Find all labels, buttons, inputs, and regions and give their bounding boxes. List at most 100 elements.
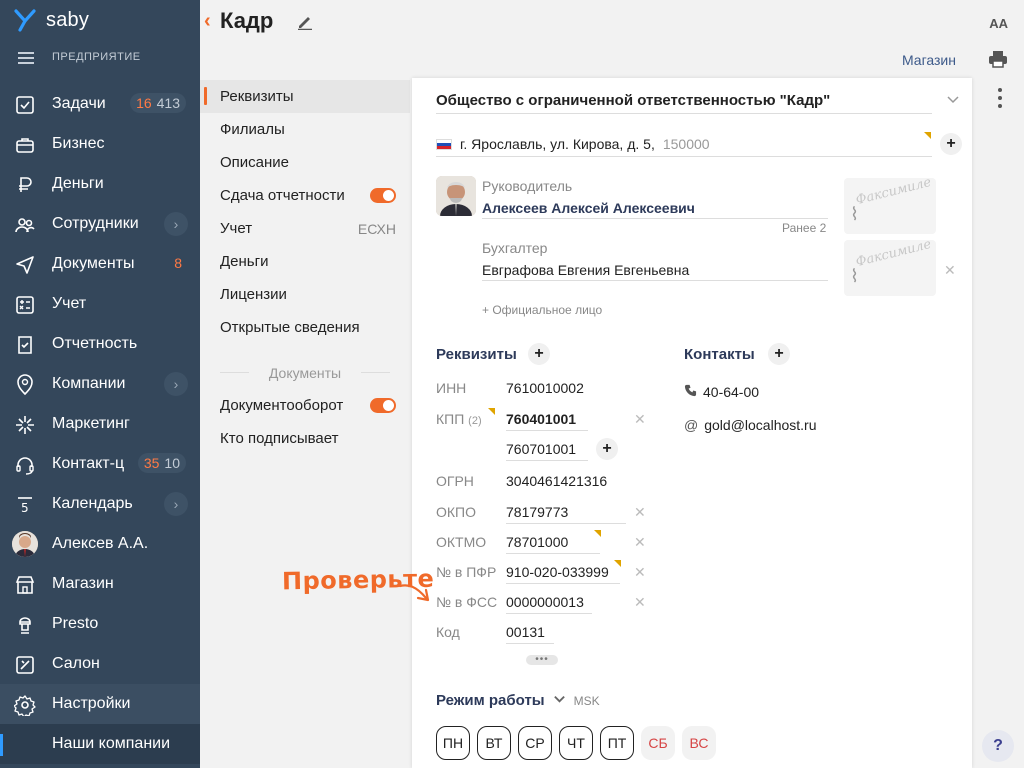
sidebar-item-reporting[interactable]: Отчетность — [0, 324, 200, 364]
sidebar-item-contact-center[interactable]: Контакт-ц 35 10 — [0, 444, 200, 484]
sidebar-item-presto[interactable]: Presto — [0, 604, 200, 644]
remove-kpp-icon[interactable]: ✕ — [634, 411, 646, 428]
sidebar-item-business[interactable]: Бизнес — [0, 124, 200, 164]
sidebar-item-companies[interactable]: Компании › — [0, 364, 200, 404]
sidebar-item-settings[interactable]: Настройки — [0, 684, 200, 724]
user-avatar-icon — [12, 531, 38, 557]
sidebar: saby ПРЕДПРИЯТИЕ Задачи 16 413 Бизнес Ден… — [0, 0, 200, 768]
oktmo-value[interactable]: 78701000 — [506, 534, 600, 554]
menu-item-licenses[interactable]: Лицензии — [200, 278, 410, 311]
okpo-value[interactable]: 78179773 — [506, 504, 626, 524]
printer-icon[interactable] — [988, 50, 1008, 68]
help-button[interactable]: ? — [982, 730, 1014, 762]
kpp-secondary-value[interactable]: 760701001 — [506, 441, 588, 461]
font-size-button[interactable]: AA — [989, 16, 1008, 31]
phone-contact[interactable]: 40-64-00 — [684, 384, 759, 400]
day-sat[interactable]: СБ — [641, 726, 675, 760]
menu-item-accounting[interactable]: Учет ЕСХН — [200, 212, 410, 245]
paperclip-icon: ⌇ — [850, 266, 859, 286]
director-name[interactable]: Алексеев Алексей Алексеевич — [482, 200, 828, 219]
remove-oktmo-icon[interactable]: ✕ — [634, 534, 646, 551]
menu-item-signers[interactable]: Кто подписывает — [200, 422, 410, 455]
remove-okpo-icon[interactable]: ✕ — [634, 504, 646, 521]
sidebar-nav: Задачи 16 413 Бизнес Деньги Сотрудники › … — [0, 84, 200, 764]
sidebar-item-money[interactable]: Деньги — [0, 164, 200, 204]
sidebar-item-marketing[interactable]: Маркетинг — [0, 404, 200, 444]
add-official-button[interactable]: + Официальное лицо — [482, 303, 602, 317]
email-contact[interactable]: @ gold@localhost.ru — [684, 417, 817, 433]
inn-value[interactable]: 7610010002 — [506, 380, 584, 396]
menu-item-open-info[interactable]: Открытые сведения — [200, 311, 410, 344]
contact-center-icon — [14, 454, 36, 476]
pfr-value[interactable]: 910-020-033999 — [506, 564, 620, 584]
add-contact-button[interactable]: + — [768, 343, 790, 365]
accountant-facsimile[interactable]: Факсимиле ⌇ — [844, 236, 936, 296]
menu-item-money[interactable]: Деньги — [200, 245, 410, 278]
sidebar-item-calendar[interactable]: 5 Календарь › — [0, 484, 200, 524]
director-history[interactable]: Ранее 2 — [782, 221, 826, 235]
day-tue[interactable]: ВТ — [477, 726, 511, 760]
reporting-toggle[interactable] — [370, 188, 396, 203]
address-field[interactable]: г. Ярославль, ул. Кирова, д. 5, 150000 — [436, 136, 932, 157]
fss-value[interactable]: 0000000013 — [506, 594, 592, 614]
saby-logo[interactable]: saby — [14, 8, 89, 32]
day-wed[interactable]: СР — [518, 726, 552, 760]
chevron-right-icon[interactable]: › — [164, 492, 188, 516]
chevron-down-icon[interactable] — [946, 92, 960, 106]
sidebar-item-user[interactable]: Алексев А.А. — [0, 524, 200, 564]
chevron-right-icon[interactable]: › — [164, 212, 188, 236]
sidebar-item-accounting[interactable]: Учет — [0, 284, 200, 324]
chevron-right-icon[interactable]: › — [164, 372, 188, 396]
menu-item-branches[interactable]: Филиалы — [200, 113, 410, 146]
remove-pfr-icon[interactable]: ✕ — [634, 564, 646, 581]
oktmo-label: ОКТМО — [436, 534, 487, 550]
add-address-button[interactable]: + — [940, 133, 962, 155]
inn-label: ИНН — [436, 380, 467, 396]
sidebar-item-label: Сотрудники — [52, 215, 139, 232]
pencil-edit-icon[interactable] — [296, 12, 314, 31]
okpo-label: ОКПО — [436, 504, 476, 520]
accountant-name[interactable]: Евграфова Евгения Евгеньевна — [482, 262, 828, 281]
companies-icon — [14, 374, 36, 396]
sidebar-item-label: Наши компании — [52, 735, 171, 752]
sidebar-item-label: Контакт-ц — [52, 455, 125, 472]
sidebar-item-employees[interactable]: Сотрудники › — [0, 204, 200, 244]
director-facsimile[interactable]: Факсимиле ⌇ — [844, 175, 936, 234]
menu-item-description[interactable]: Описание — [200, 146, 410, 179]
organization-name[interactable]: Общество с ограниченной ответственностью… — [436, 92, 932, 114]
menu-item-reporting[interactable]: Сдача отчетности — [200, 179, 410, 212]
day-mon[interactable]: ПН — [436, 726, 470, 760]
business-icon — [14, 134, 36, 156]
menu-item-document-flow[interactable]: Документооборот — [200, 389, 410, 422]
more-requisites-button[interactable]: ••• — [526, 655, 558, 665]
sidebar-item-label: Бизнес — [52, 135, 105, 152]
add-requisite-button[interactable]: + — [528, 343, 550, 365]
menu-item-requisites[interactable]: Реквизиты — [200, 80, 410, 113]
shop-link[interactable]: Магазин — [902, 52, 956, 68]
salon-icon — [14, 654, 36, 676]
sidebar-item-salon[interactable]: Салон — [0, 644, 200, 684]
fss-label: № в ФСС — [436, 594, 498, 610]
document-flow-toggle[interactable] — [370, 398, 396, 413]
kod-value[interactable]: 00131 — [506, 624, 554, 644]
more-vertical-icon[interactable] — [998, 88, 1002, 112]
sidebar-item-tasks[interactable]: Задачи 16 413 — [0, 84, 200, 124]
hamburger-menu-icon[interactable] — [18, 52, 34, 64]
sidebar-item-label: Компании — [52, 375, 126, 392]
day-thu[interactable]: ЧТ — [559, 726, 593, 760]
day-fri[interactable]: ПТ — [600, 726, 634, 760]
chevron-down-icon — [553, 692, 566, 709]
ogrn-value[interactable]: 3040461421316 — [506, 473, 607, 489]
sidebar-item-our-companies[interactable]: Наши компании — [0, 724, 200, 764]
sidebar-item-shop[interactable]: Магазин — [0, 564, 200, 604]
day-sun[interactable]: ВС — [682, 726, 716, 760]
remove-fss-icon[interactable]: ✕ — [634, 594, 646, 611]
menu-item-label: Лицензии — [220, 286, 287, 303]
back-arrow-icon[interactable]: ‹ — [204, 10, 211, 33]
sidebar-item-documents[interactable]: Документы 8 — [0, 244, 200, 284]
working-mode-header[interactable]: Режим работы MSK — [436, 692, 600, 709]
facsimile-watermark: Факсимиле — [854, 236, 933, 271]
add-kpp-button[interactable]: + — [596, 438, 618, 460]
remove-accountant-icon[interactable]: ✕ — [944, 262, 956, 279]
kpp-primary-value[interactable]: 760401001 — [506, 411, 588, 431]
